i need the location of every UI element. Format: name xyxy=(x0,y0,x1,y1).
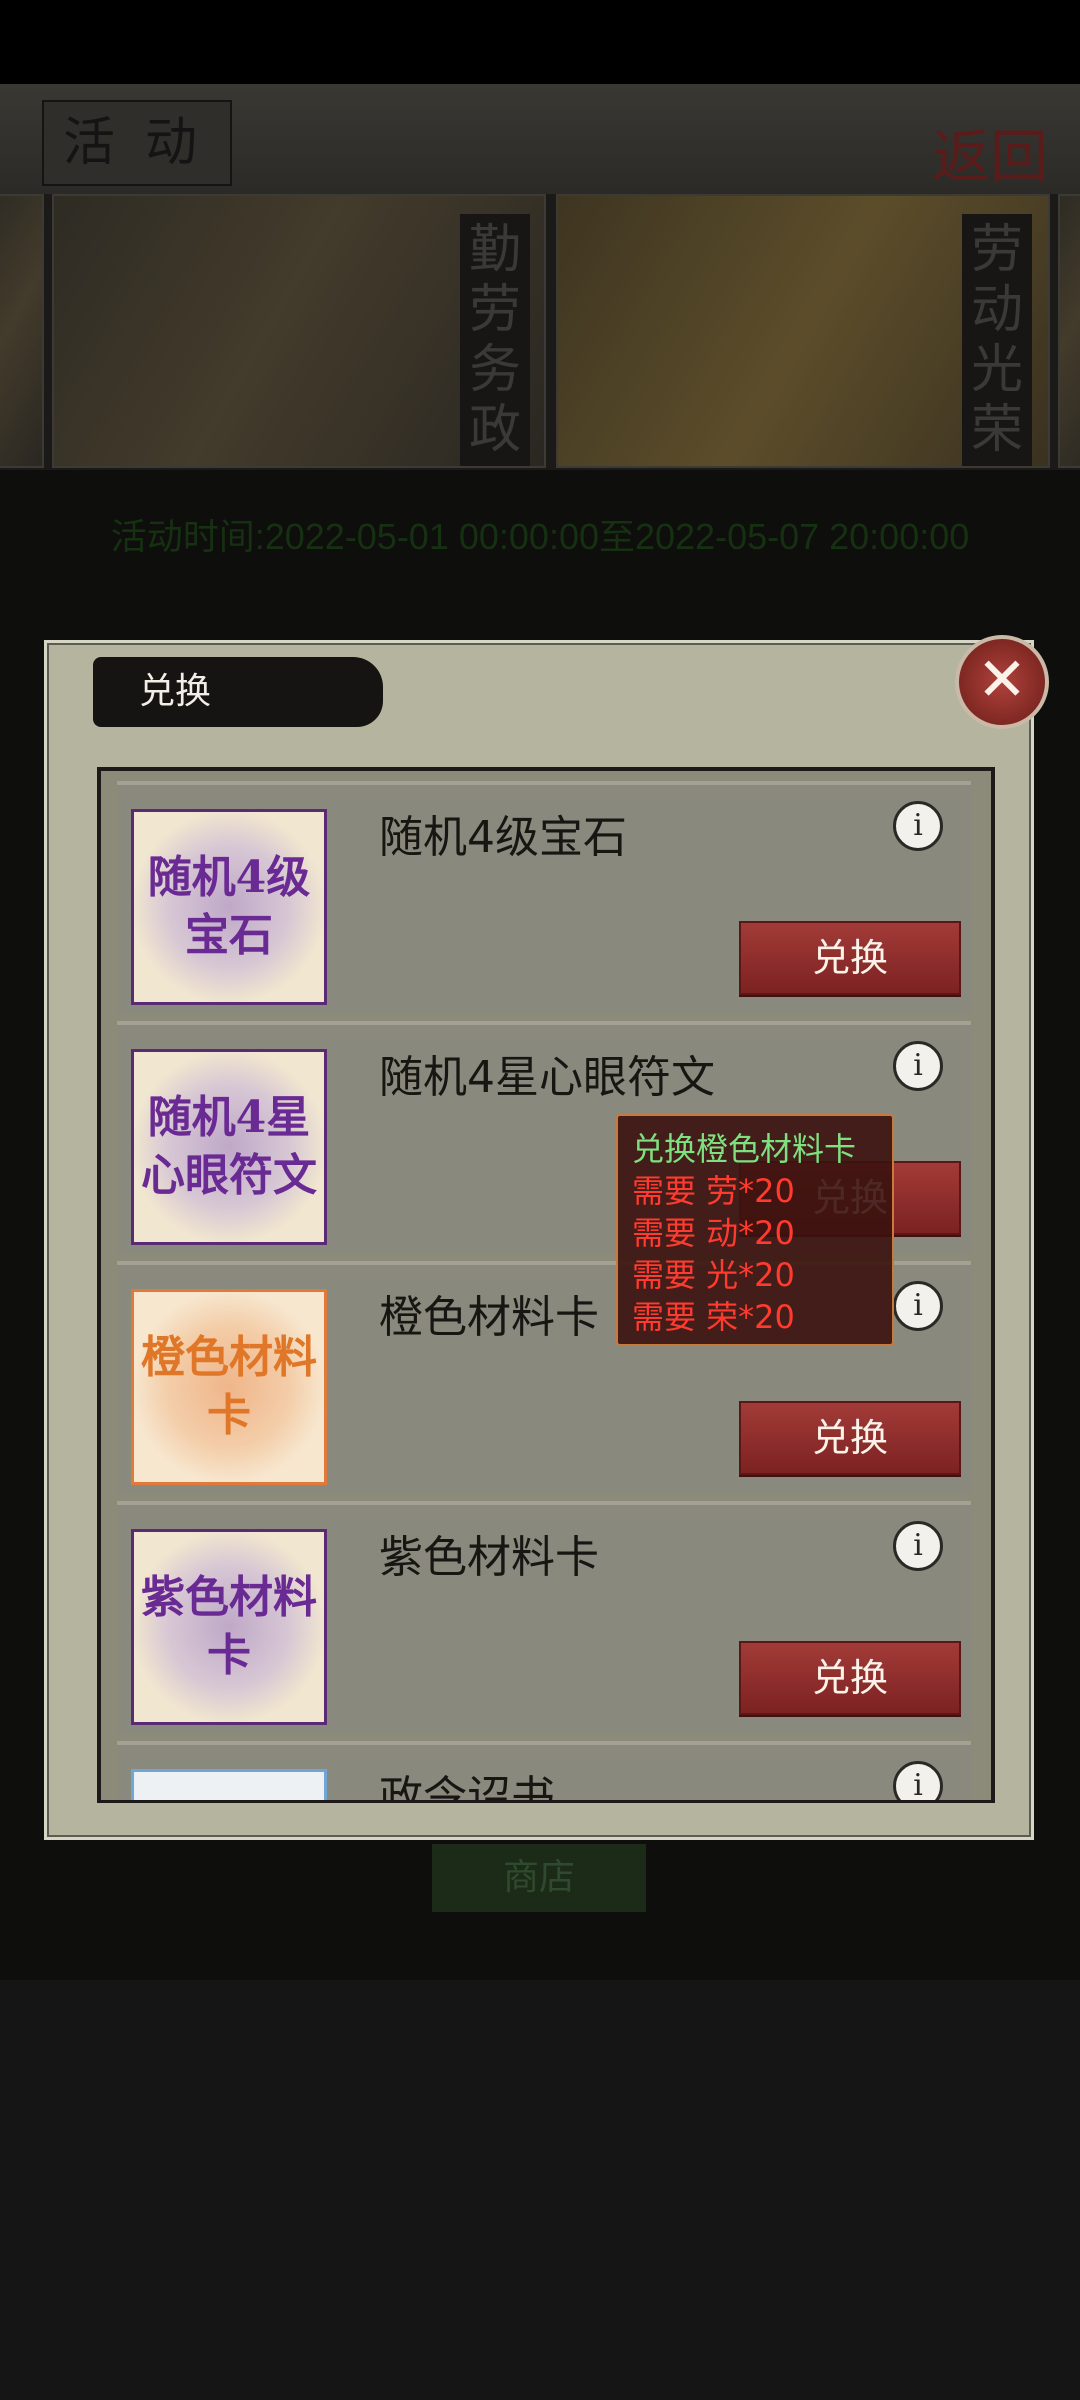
exchange-tooltip: 兑换橙色材料卡 需要 劳*20 需要 动*20 需要 光*20 需要 荣*20 xyxy=(616,1114,894,1346)
info-icon[interactable]: i xyxy=(893,1041,943,1091)
activity-banner-strip[interactable]: 勤劳务政 劳动光荣 xyxy=(0,194,1080,470)
info-icon[interactable]: i xyxy=(893,1281,943,1331)
activity-banner-partial[interactable] xyxy=(1058,194,1080,468)
activity-banner-labor[interactable]: 劳动光荣 xyxy=(556,194,1050,468)
exchange-button[interactable]: 兑换 xyxy=(739,1401,961,1475)
activity-header: 活动 返回 xyxy=(0,84,1080,194)
info-icon[interactable]: i xyxy=(893,1761,943,1800)
tooltip-requirement: 需要 光*20 xyxy=(632,1256,795,1294)
exchange-button[interactable]: 兑换 xyxy=(739,1641,961,1715)
shop-button[interactable]: 商店 xyxy=(432,1844,646,1912)
background-area xyxy=(0,1980,1080,2400)
tooltip-requirement: 需要 劳*20 xyxy=(632,1172,795,1210)
item-icon xyxy=(131,1769,327,1800)
exchange-button[interactable]: 兑换 xyxy=(739,921,961,995)
list-item: 紫色材料卡 紫色材料卡 i 兑换 xyxy=(117,1501,971,1733)
item-name: 橙色材料卡 xyxy=(379,1292,599,1343)
activity-time: 活动时间:2022-05-01 00:00:00至2022-05-07 20:0… xyxy=(110,516,970,557)
info-icon[interactable]: i xyxy=(893,1521,943,1571)
banner-label: 勤劳务政 xyxy=(460,214,530,466)
item-name: 政令诏书 xyxy=(379,1772,555,1803)
item-icon: 随机4级宝石 xyxy=(131,809,327,1005)
close-icon[interactable]: ✕ xyxy=(955,635,1049,729)
activity-banner-diligent[interactable]: 勤劳务政 xyxy=(52,194,546,468)
item-icon: 随机4星心眼符文 xyxy=(131,1049,327,1245)
page-title: 活动 xyxy=(42,100,232,186)
status-bar xyxy=(0,0,1080,84)
tooltip-title: 兑换橙色材料卡 xyxy=(632,1130,857,1168)
info-icon[interactable]: i xyxy=(893,801,943,851)
item-name: 随机4星心眼符文 xyxy=(379,1052,715,1103)
item-icon: 橙色材料卡 xyxy=(131,1289,327,1485)
list-item: 随机4级宝石 随机4级宝石 i 兑换 xyxy=(117,781,971,1013)
tooltip-requirement: 需要 荣*20 xyxy=(632,1298,795,1336)
back-button[interactable]: 返回 xyxy=(932,110,1048,194)
dialog-title: 兑换 xyxy=(93,657,383,727)
item-name: 紫色材料卡 xyxy=(379,1532,599,1583)
item-icon: 紫色材料卡 xyxy=(131,1529,327,1725)
list-item: 政令诏书 i xyxy=(117,1741,971,1803)
tooltip-requirement: 需要 动*20 xyxy=(632,1214,795,1252)
banner-label: 劳动光荣 xyxy=(962,214,1032,466)
item-name: 随机4级宝石 xyxy=(379,812,627,863)
activity-banner-partial[interactable] xyxy=(0,194,44,468)
